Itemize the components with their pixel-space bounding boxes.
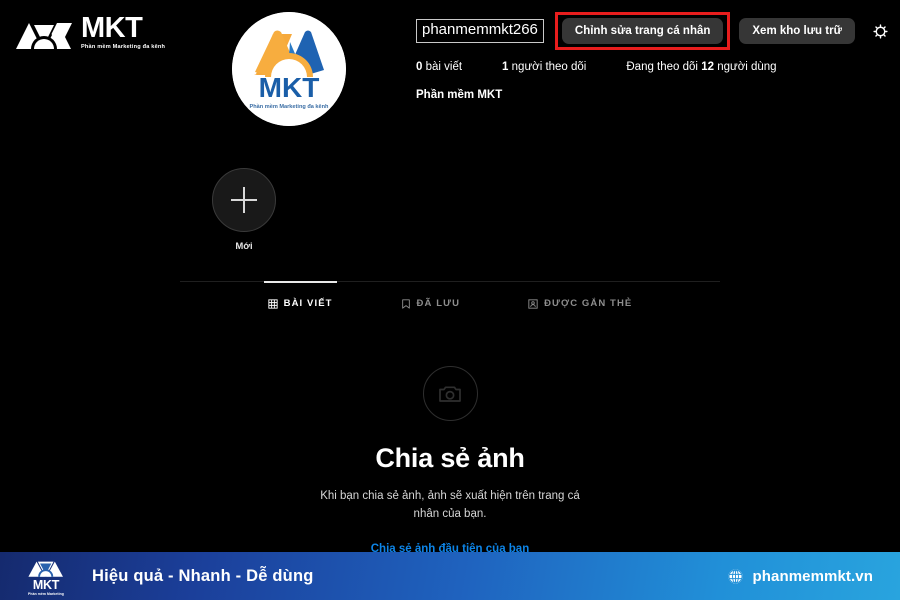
stat-followers[interactable]: 1 người theo dõi xyxy=(502,61,586,73)
gear-icon xyxy=(873,23,888,39)
svg-text:MKT: MKT xyxy=(259,72,320,103)
empty-state: Chia sẻ ảnh Khi bạn chia sẻ ảnh, ảnh sẽ … xyxy=(0,366,900,555)
stat-posts[interactable]: 0 bài viết xyxy=(416,61,462,73)
username-field[interactable]: phanmemmkt266 xyxy=(416,19,544,43)
footer-website: phanmemmkt.vn xyxy=(752,567,873,585)
tab-saved-label: ĐÃ LƯU xyxy=(416,298,461,309)
footer-logo-tagline: Phần mềm Marketing xyxy=(28,592,64,597)
grid-icon xyxy=(268,298,278,309)
story-highlights: Mới xyxy=(212,168,276,252)
footer-bar: MKT Phần mềm Marketing Hiệu quả - Nhanh … xyxy=(0,552,900,600)
footer-mkt-mark-icon xyxy=(28,561,63,577)
camera-icon xyxy=(439,385,461,402)
camera-icon-circle xyxy=(422,366,478,421)
instagram-profile-page: MKT Phần mềm Marketing đa kênh MKT Phần … xyxy=(0,0,900,600)
profile-avatar[interactable]: MKT Phần mềm Marketing đa kênh xyxy=(232,12,346,126)
empty-state-subtitle: Khi bạn chia sẻ ảnh, ảnh sẽ xuất hiện tr… xyxy=(320,490,580,520)
footer-logo: MKT Phần mềm Marketing xyxy=(20,556,72,597)
svg-text:Phần mềm Marketing đa kênh: Phần mềm Marketing đa kênh xyxy=(250,104,330,110)
profile-full-name: Phần mềm MKT xyxy=(416,89,503,101)
profile-stats: 0 bài viết 1 người theo dõi Đang theo dõ… xyxy=(416,61,886,73)
tagged-icon xyxy=(528,298,538,309)
stat-following-label: người dùng xyxy=(717,61,777,73)
globe-icon xyxy=(727,568,743,584)
profile-tabs: BÀI VIẾT ĐÃ LƯU ĐƯỢC GẮN THẺ xyxy=(180,281,720,319)
profile-info: phanmemmkt266 Chỉnh sửa trang cá nhân Xe… xyxy=(416,12,889,101)
tab-posts-label: BÀI VIẾT xyxy=(283,298,333,309)
edit-profile-highlight-box: Chỉnh sửa trang cá nhân xyxy=(554,12,731,50)
highlight-new-circle xyxy=(212,168,276,232)
stat-posts-label: bài viết xyxy=(425,61,463,73)
tab-tagged[interactable]: ĐƯỢC GẮN THẺ xyxy=(524,281,636,319)
stat-posts-count: 0 xyxy=(416,61,423,73)
tab-tagged-label: ĐƯỢC GẮN THẺ xyxy=(544,298,633,309)
highlight-new[interactable]: Mới xyxy=(212,168,276,252)
tab-posts[interactable]: BÀI VIẾT xyxy=(263,281,337,319)
stat-following-count: 12 xyxy=(701,61,714,73)
bookmark-icon xyxy=(401,298,410,309)
avatar-mkt-logo-icon: MKT Phần mềm Marketing đa kênh xyxy=(232,12,346,126)
view-archive-button[interactable]: Xem kho lưu trữ xyxy=(739,18,855,44)
footer-logo-name: MKT xyxy=(32,577,60,592)
empty-state-title: Chia sẻ ảnh xyxy=(375,443,525,473)
footer-website-group: phanmemmkt.vn xyxy=(727,568,874,585)
highlight-new-label: Mới xyxy=(235,241,253,252)
username-row: phanmemmkt266 Chỉnh sửa trang cá nhân Xe… xyxy=(416,12,889,50)
profile-header: MKT Phần mềm Marketing đa kênh phanmemmk… xyxy=(0,0,900,150)
stat-followers-label: người theo dõi xyxy=(511,61,587,73)
stat-followers-count: 1 xyxy=(502,61,509,73)
tab-saved[interactable]: ĐÃ LƯU xyxy=(397,281,465,319)
stat-following-prefix: Đang theo dõi xyxy=(626,61,698,73)
settings-gear-icon[interactable] xyxy=(872,23,889,40)
footer-slogan: Hiệu quả - Nhanh - Dễ dùng xyxy=(92,566,314,585)
stat-following[interactable]: Đang theo dõi 12 người dùng xyxy=(626,61,776,73)
plus-icon xyxy=(231,187,257,213)
edit-profile-button[interactable]: Chỉnh sửa trang cá nhân xyxy=(561,18,724,44)
